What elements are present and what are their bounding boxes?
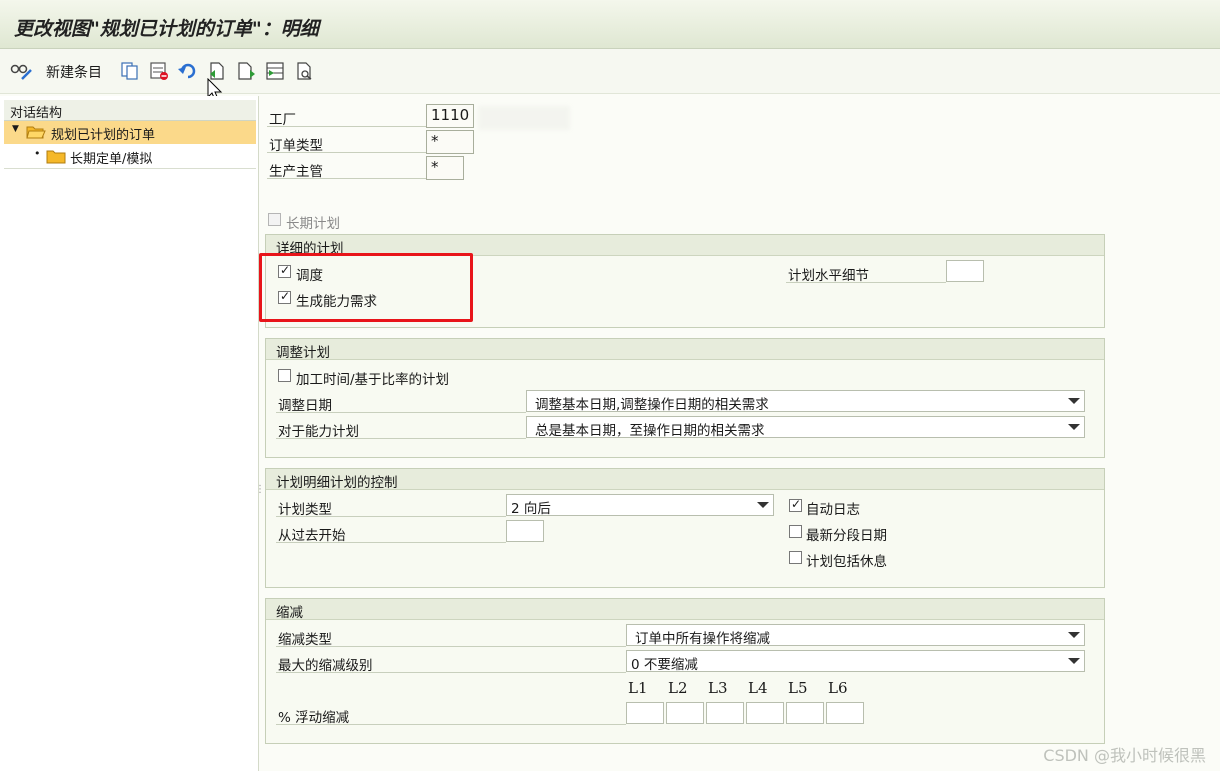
nav-item-planned-orders[interactable]: ▼ 规划已计划的订单 [4,121,256,144]
splitter-handle[interactable]: ⋮ [255,484,265,495]
include-breaks-label: 计划包括休息 [806,554,887,570]
start-in-past-field[interactable] [506,520,544,542]
scheduling-type-dropdown[interactable]: 2 向后 [506,494,774,517]
order-type-label: 订单类型 [269,138,323,154]
blurred-area [478,106,570,130]
open-folder-icon [26,124,46,144]
capacity-planning-label: 对于能力计划 [278,424,359,440]
plant-field[interactable]: 1110 [426,104,474,128]
find-icon[interactable] [294,60,316,82]
select-all-icon[interactable] [264,60,286,82]
float-l2-field[interactable] [666,702,704,724]
copy-icon[interactable] [119,60,141,82]
dropdown-value: 订单中所有操作将缩减 [635,631,770,647]
float-l6-field[interactable] [826,702,864,724]
dropdown-arrow-icon[interactable] [1068,398,1080,404]
automatic-log-label: 自动日志 [806,502,860,518]
level-l5-header: L5 [788,679,808,697]
glasses-pencil-icon[interactable] [10,60,32,82]
adjust-date-dropdown[interactable]: 调整基本日期,调整操作日期的相关需求 [526,390,1085,413]
folder-icon [46,148,66,168]
reduction-type-dropdown[interactable]: 订单中所有操作将缩减 [626,624,1085,647]
automatic-log-checkbox[interactable]: ✓ [789,497,802,512]
latest-staggering-date-label: 最新分段日期 [806,528,887,544]
undo-icon[interactable] [176,60,198,82]
group-title: 缩减 [276,605,303,621]
reduction-type-label: 缩减类型 [278,632,332,648]
nav-item-long-term[interactable]: • 长期定单/模拟 [4,145,256,169]
level-l1-header: L1 [628,679,648,697]
long-term-planning-label: 长期计划 [286,216,340,232]
float-l5-field[interactable] [786,702,824,724]
plan-level-detail-field[interactable] [946,260,984,282]
watermark: CSDN @我小时候很黑 [1043,746,1206,765]
group-title: 计划明细计划的控制 [276,475,398,491]
adjust-date-label: 调整日期 [278,398,332,414]
nav-item-label: 规划已计划的订单 [51,128,156,143]
dialog-structure-panel [0,96,259,771]
expand-triangle-icon[interactable]: ▼ [12,124,19,134]
long-term-planning-checkbox[interactable] [268,213,281,226]
level-l6-header: L6 [828,679,848,697]
float-reduction-label: % 浮动缩减 [278,710,350,726]
new-entries-button[interactable]: 新建条目 [46,62,102,82]
next-entry-icon[interactable] [236,60,258,82]
production-supervisor-field[interactable]: * [426,156,464,180]
processing-time-checkbox[interactable] [278,369,291,382]
highlight-box [259,253,473,322]
scheduling-type-label: 计划类型 [278,502,332,518]
tree-bullet: • [34,147,41,160]
dropdown-arrow-icon[interactable] [757,502,769,508]
window-title: 更改视图"规划已计划的订单"：明细 [14,18,319,40]
include-breaks-checkbox[interactable] [789,551,802,564]
level-l2-header: L2 [668,679,688,697]
dropdown-value: 调整基本日期,调整操作日期的相关需求 [535,397,769,413]
plan-level-detail-label: 计划水平细节 [788,268,869,284]
float-l1-field[interactable] [626,702,664,724]
dropdown-value: 0 不要缩减 [631,657,698,673]
order-type-field[interactable]: * [426,130,474,154]
start-in-past-label: 从过去开始 [278,528,346,544]
capacity-planning-dropdown[interactable]: 总是基本日期，至操作日期的相关需求 [526,416,1085,439]
group-title: 调整计划 [276,345,330,361]
delete-icon[interactable] [148,60,170,82]
nav-item-label: 长期定单/模拟 [70,152,153,167]
production-supervisor-label: 生产主管 [269,164,323,180]
latest-staggering-date-checkbox[interactable] [789,525,802,538]
max-reduction-level-label: 最大的缩减级别 [278,658,373,674]
level-l3-header: L3 [708,679,728,697]
dropdown-value: 总是基本日期，至操作日期的相关需求 [535,423,765,439]
float-l3-field[interactable] [706,702,744,724]
float-l4-field[interactable] [746,702,784,724]
dialog-structure-title: 对话结构 [10,106,63,121]
scheduling-control-group: 计划明细计划的控制 [265,468,1105,588]
max-reduction-level-dropdown[interactable]: 0 不要缩减 [626,650,1085,673]
dropdown-arrow-icon[interactable] [1068,424,1080,430]
dropdown-arrow-icon[interactable] [1068,658,1080,664]
plant-label: 工厂 [269,112,296,128]
level-l4-header: L4 [748,679,768,697]
processing-time-label: 加工时间/基于比率的计划 [296,372,450,388]
dropdown-arrow-icon[interactable] [1068,632,1080,638]
dropdown-value: 2 向后 [511,501,551,517]
